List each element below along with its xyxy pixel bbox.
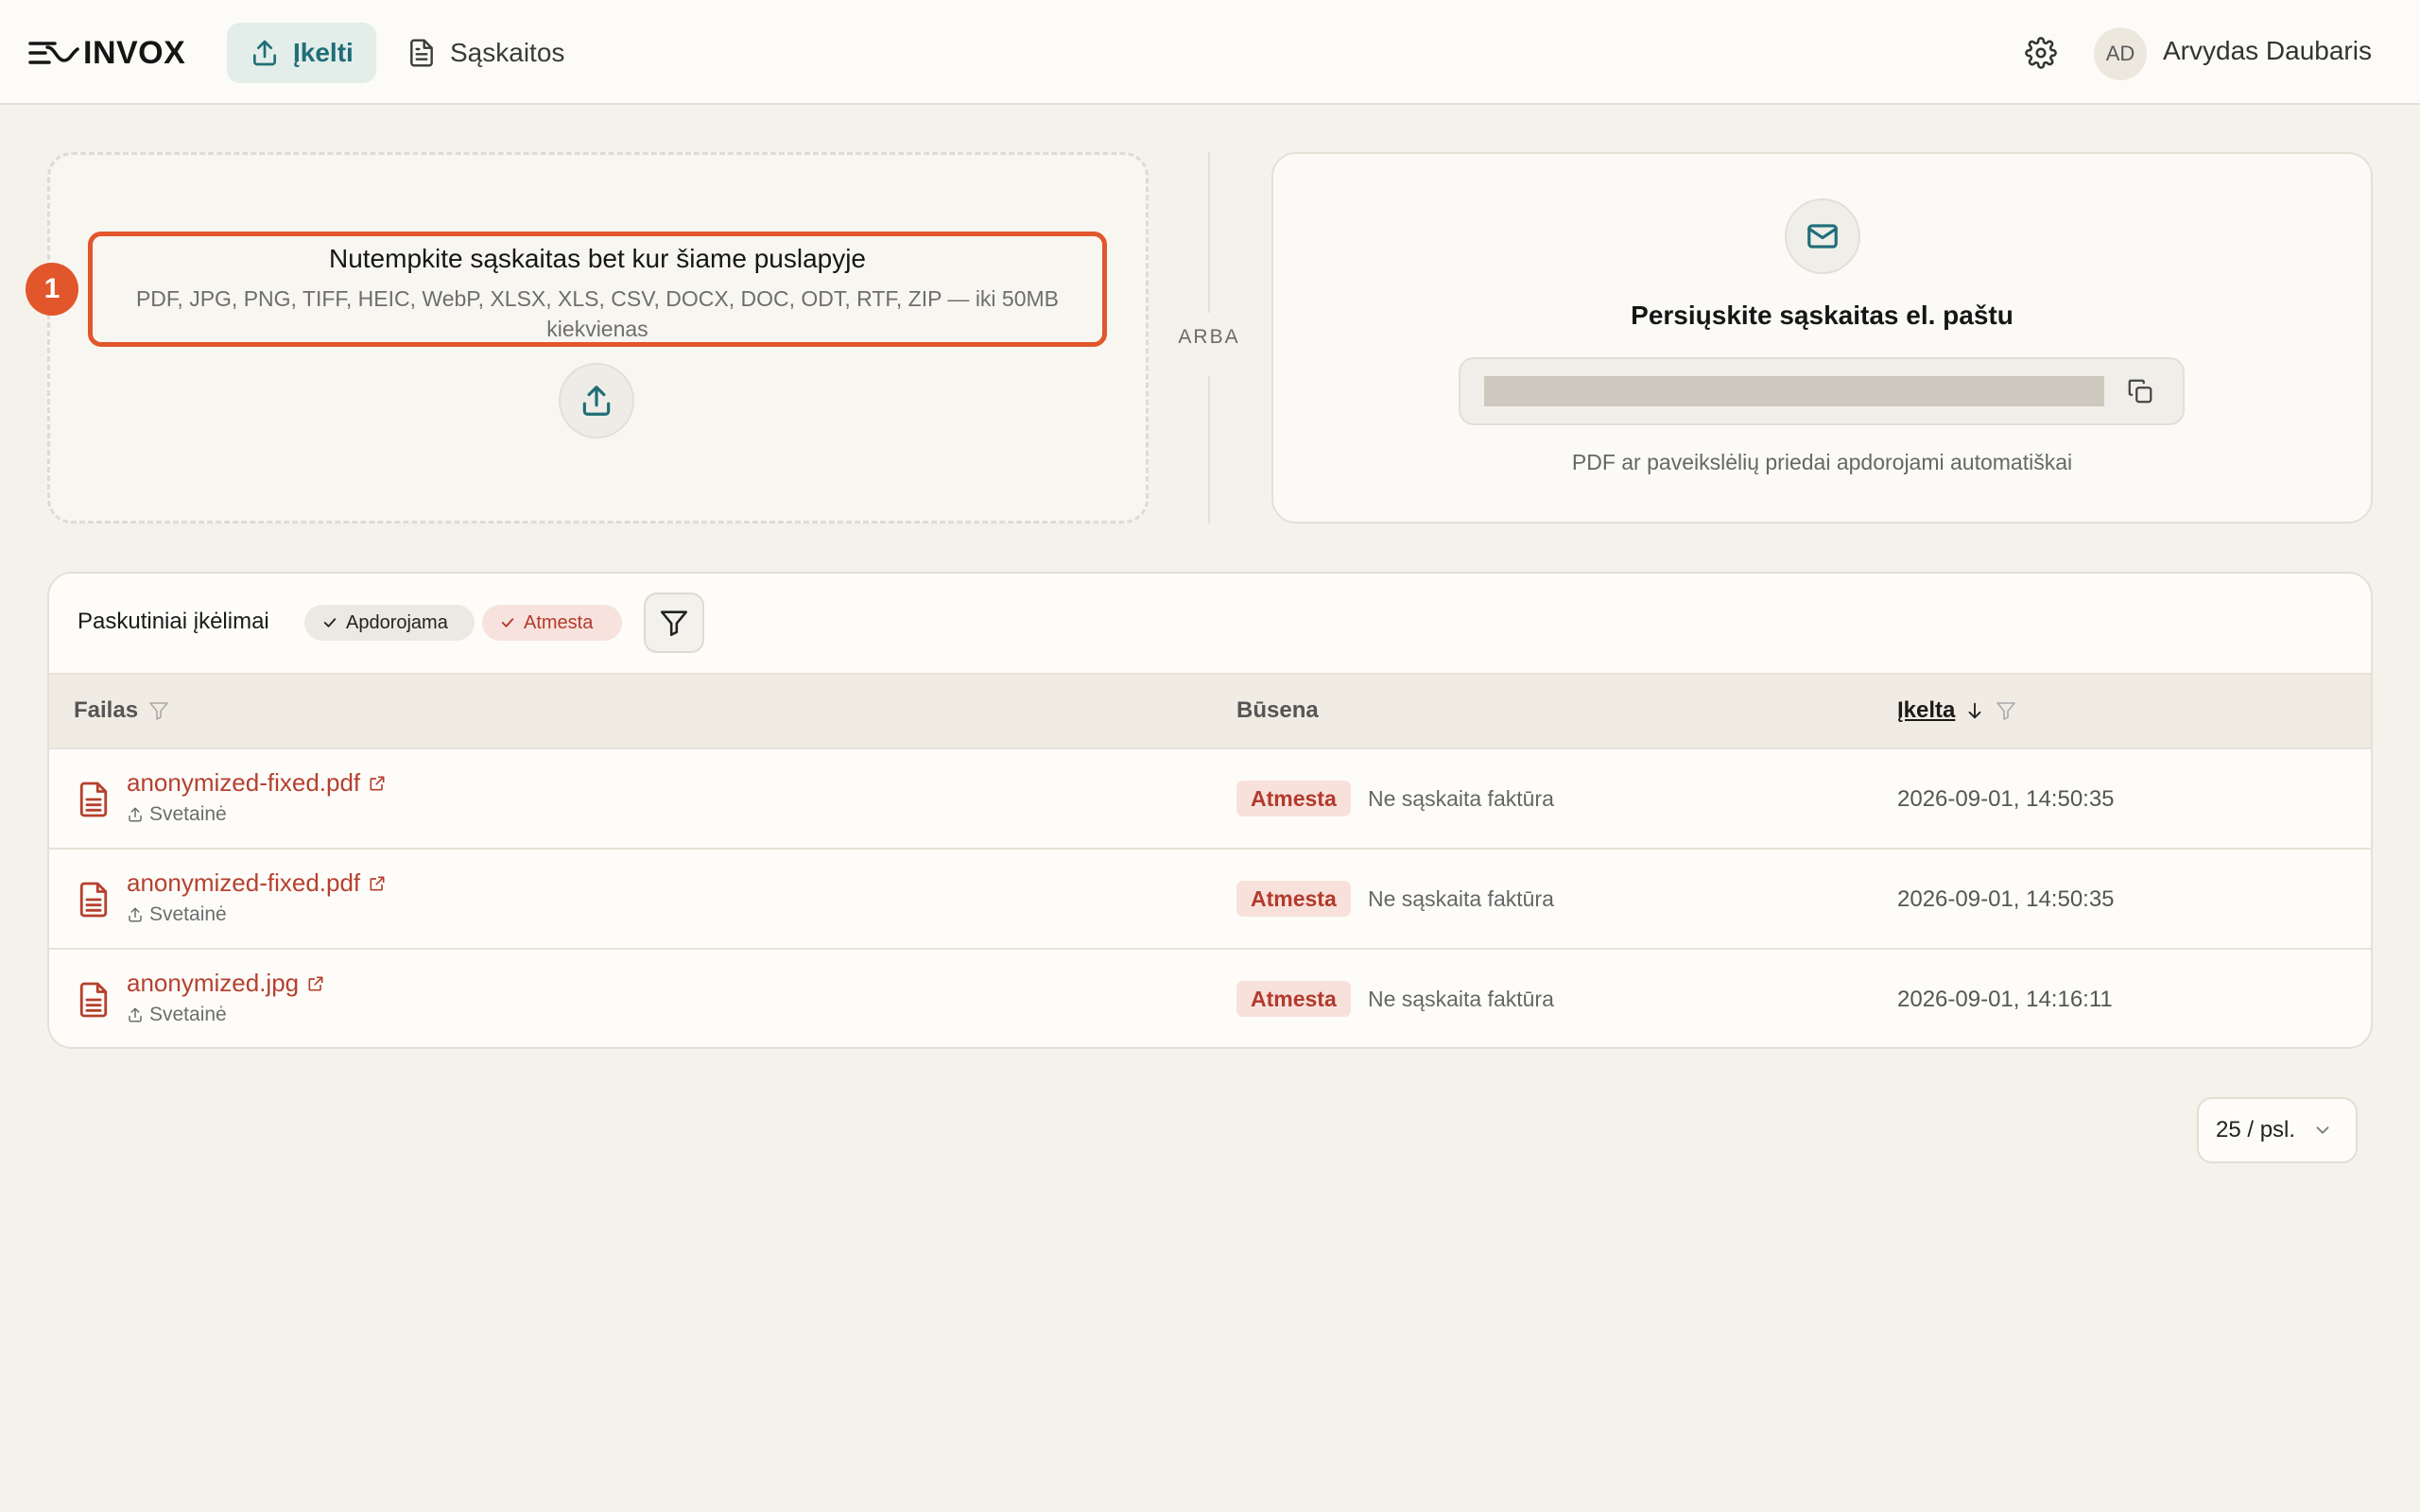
email-note: PDF ar paveikslėlių priedai apdorojami a… [1571,450,2073,474]
divider [1208,152,1210,313]
settings-button[interactable] [2022,34,2060,72]
copy-button[interactable] [2123,374,2157,408]
nav-tab-upload-label: Įkelti [293,38,354,67]
copy-icon [2128,379,2152,404]
recent-uploads-title: Paskutiniai įkėlimai [78,609,269,634]
external-link-icon [370,876,385,890]
upload-date: 2026-09-01, 14:16:11 [1897,987,2113,1012]
filter-icon [660,610,688,637]
nav-tab-invoices[interactable]: Sąskaitos [384,23,587,83]
gear-icon [2025,37,2057,69]
page-size-select[interactable]: 25 / psl. [2197,1097,2358,1163]
or-label: ARBA [1178,326,1240,348]
email-address-redacted [1484,376,2104,406]
upload-date: 2026-09-01, 14:50:35 [1897,786,2115,812]
file-link[interactable]: anonymized-fixed.pdf [127,768,387,798]
column-header-label: Būsena [1236,697,1319,723]
check-icon [323,618,337,627]
filter-chip-processing[interactable]: Apdorojama [304,605,475,641]
upload-icon [582,386,611,416]
filter-chip-label: Atmesta [524,611,594,633]
email-title: Persiųskite sąskaitas el. paštu [1631,301,2014,330]
status-reason: Ne sąskaita faktūra [1368,786,1554,811]
column-header-label: Įkelta [1897,697,1956,723]
status-reason: Ne sąskaita faktūra [1368,886,1554,911]
chevron-down-icon [2316,1126,2329,1134]
status-badge: Atmesta [1236,781,1351,816]
file-source-label: Svetainė [149,803,227,825]
mail-icon [1807,224,1838,249]
status-badge: Atmesta [1236,981,1351,1017]
logo-text: INVOX [83,34,186,71]
mail-icon-circle [1785,198,1860,274]
filter-chip-label: Apdorojama [346,611,448,633]
file-icon [79,782,108,817]
filter-icon[interactable] [147,699,170,722]
nav-tab-invoices-label: Sąskaitos [450,38,565,67]
external-link-icon [308,976,323,990]
upload-icon [129,1007,142,1022]
upload-icon [129,907,142,922]
check-icon [501,618,514,627]
file-name: anonymized-fixed.pdf [127,768,361,797]
upload-button[interactable] [559,363,634,438]
file-source-label: Svetainė [149,903,227,925]
file-icon [79,882,108,918]
file-source: Svetainė [127,1004,227,1026]
external-link-icon [370,776,385,790]
column-header-file[interactable]: Failas [74,697,170,724]
user-name[interactable]: Arvydas Daubaris [2163,36,2372,66]
dropzone-highlight: Nutempkite sąskaitas bet kur šiame pusla… [88,232,1107,347]
step-badge: 1 [26,263,78,316]
file-icon [79,982,108,1018]
document-icon [410,39,433,67]
divider [1208,376,1210,524]
upload-icon [253,40,276,66]
file-source-label: Svetainė [149,1004,227,1025]
arrow-down-icon[interactable] [1964,700,1985,721]
upload-icon [129,807,142,822]
filter-chip-rejected[interactable]: Atmesta [482,605,622,641]
dropzone-formats: PDF, JPG, PNG, TIFF, HEIC, WebP, XLSX, X… [135,286,1060,341]
status-badge: Atmesta [1236,881,1351,917]
file-link[interactable]: anonymized.jpg [127,969,325,998]
filter-icon[interactable] [1995,699,2017,722]
dropzone-title: Nutempkite sąskaitas bet kur šiame pusla… [328,244,867,273]
filter-button[interactable] [644,593,704,653]
column-header-label: Failas [74,697,139,723]
avatar[interactable]: AD [2094,27,2147,80]
table-header [49,673,2371,749]
column-header-status: Būsena [1236,697,1319,724]
file-link[interactable]: anonymized-fixed.pdf [127,868,387,898]
logo-icon [28,42,79,64]
file-source: Svetainė [127,803,227,826]
file-source: Svetainė [127,903,227,926]
file-name: anonymized-fixed.pdf [127,868,361,897]
file-name: anonymized.jpg [127,969,300,997]
nav-tab-upload[interactable]: Įkelti [227,23,376,83]
top-bar: INVOX Įkelti Sąskaitos AD Arvydas Daubar… [0,0,2420,105]
status-reason: Ne sąskaita faktūra [1368,987,1554,1011]
column-header-uploaded[interactable]: Įkelta [1897,697,2017,724]
logo[interactable]: INVOX [28,31,185,75]
upload-date: 2026-09-01, 14:50:35 [1897,886,2115,912]
page-size-value: 25 / psl. [2216,1117,2296,1143]
